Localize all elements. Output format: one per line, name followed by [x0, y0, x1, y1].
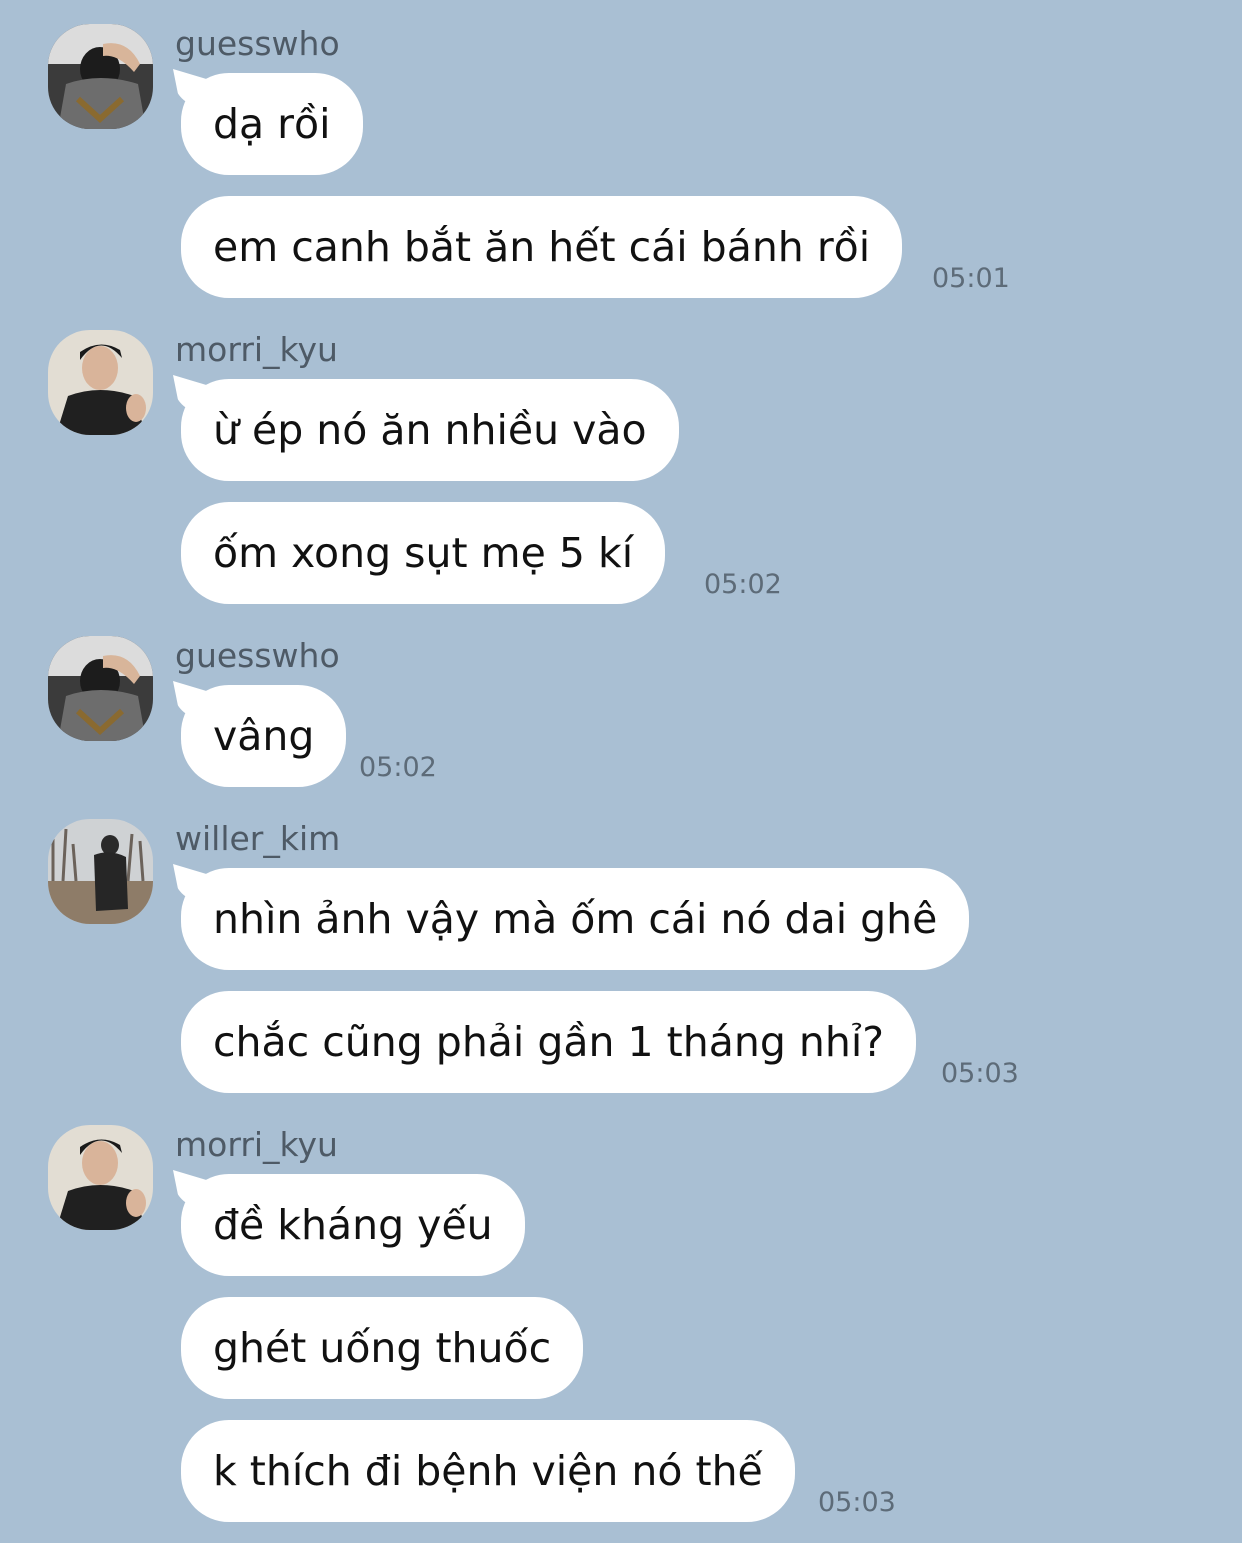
message-bubble[interactable]: vâng [181, 685, 347, 787]
sender-name: morri_kyu [175, 1125, 338, 1164]
message-bubble[interactable]: em canh bắt ăn hết cái bánh rồi [181, 196, 903, 298]
morri-kyu-avatar[interactable] [48, 1125, 153, 1230]
message-bubble[interactable]: ốm xong sụt mẹ 5 kí [181, 502, 666, 604]
message-timestamp: 05:02 [704, 569, 782, 600]
message-bubble[interactable]: ừ ép nó ăn nhiều vào [181, 379, 679, 481]
message-timestamp: 05:01 [932, 263, 1010, 294]
willer-kim-avatar[interactable] [48, 819, 153, 924]
chat-thread[interactable]: guesswho dạ rồi em canh bắt ăn hết cái b… [0, 0, 1242, 1543]
message-timestamp: 05:03 [941, 1058, 1019, 1089]
message-bubble[interactable]: đề kháng yếu [181, 1174, 525, 1276]
message-timestamp: 05:02 [359, 752, 437, 783]
message-bubble[interactable]: chắc cũng phải gần 1 tháng nhỉ? [181, 991, 916, 1093]
morri-kyu-avatar[interactable] [48, 330, 153, 435]
sender-name: guesswho [175, 636, 340, 675]
message-timestamp: 05:03 [818, 1487, 896, 1518]
guesswho-avatar[interactable] [48, 636, 153, 741]
message-bubble[interactable]: k thích đi bệnh viện nó thế [181, 1420, 795, 1522]
guesswho-avatar[interactable] [48, 24, 153, 129]
message-bubble[interactable]: ghét uống thuốc [181, 1297, 584, 1399]
message-bubble[interactable]: dạ rồi [181, 73, 363, 175]
message-bubble[interactable]: nhìn ảnh vậy mà ốm cái nó dai ghê [181, 868, 970, 970]
sender-name: willer_kim [175, 819, 341, 858]
sender-name: morri_kyu [175, 330, 338, 369]
sender-name: guesswho [175, 24, 340, 63]
